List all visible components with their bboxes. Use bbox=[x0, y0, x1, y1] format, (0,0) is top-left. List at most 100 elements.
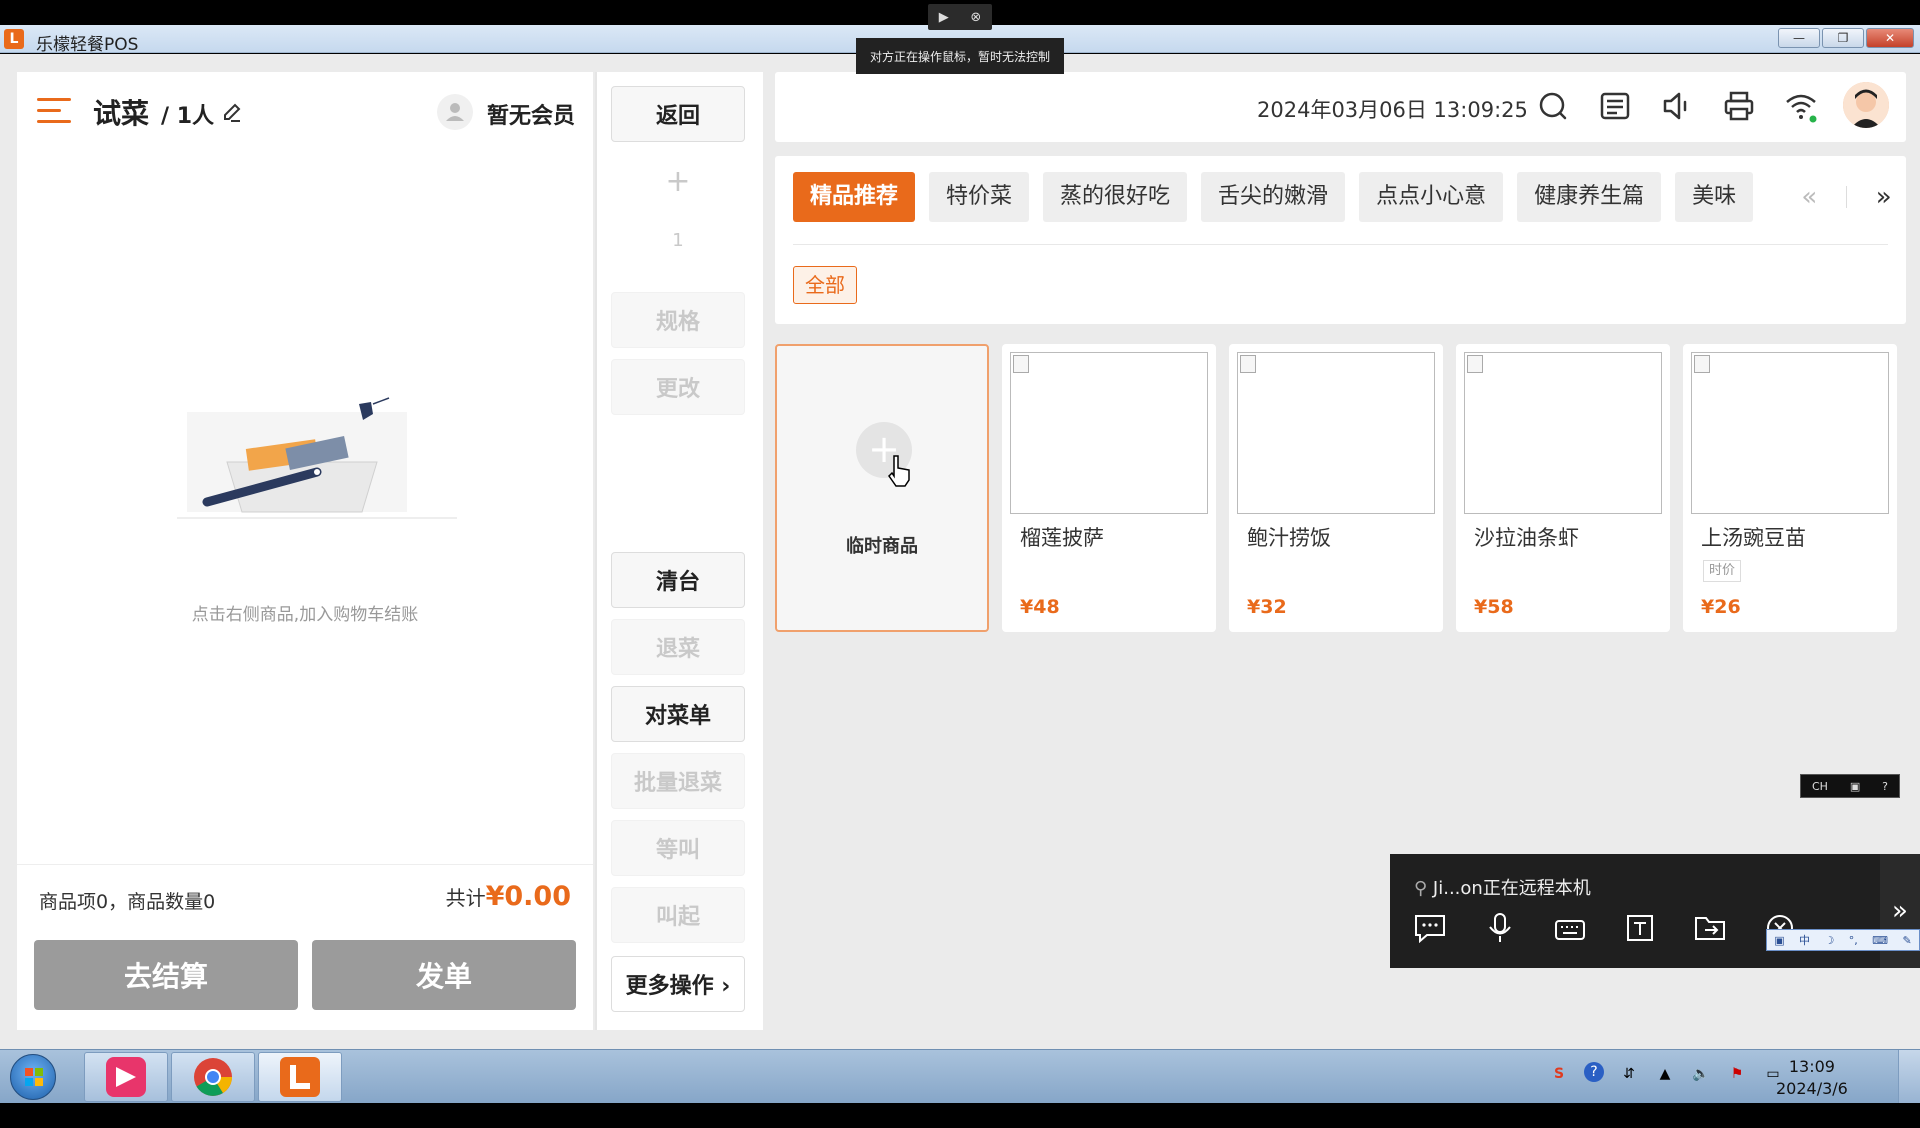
session-user: ⚲ Ji...on正在远程本机 bbox=[1414, 878, 1591, 899]
ime-chinese-icon: 中 bbox=[1799, 934, 1811, 947]
show-hidden-icons[interactable]: ▲ bbox=[1654, 1062, 1676, 1086]
file-transfer-icon[interactable] bbox=[1692, 910, 1728, 946]
speaker-icon[interactable] bbox=[1659, 88, 1695, 124]
clear-table-button[interactable]: 清台 bbox=[611, 552, 745, 608]
broken-image-icon bbox=[1694, 355, 1710, 373]
chrome-icon bbox=[194, 1058, 232, 1096]
product-name: 沙拉油条虾 bbox=[1474, 526, 1579, 550]
subcategory-all[interactable]: 全部 bbox=[793, 266, 857, 304]
cart-summary: 商品项0，商品数量0 共计¥0.00 bbox=[17, 864, 593, 934]
qty-value: 1 bbox=[672, 230, 684, 251]
pointer-icon[interactable]: ▶ bbox=[939, 10, 949, 25]
close-window-button[interactable]: ✕ bbox=[1866, 28, 1914, 48]
edit-icon[interactable] bbox=[221, 102, 243, 124]
hamburger-menu-icon[interactable] bbox=[37, 98, 71, 124]
taskbar-app-remote[interactable] bbox=[84, 1052, 168, 1102]
total-amount: ¥0.00 bbox=[485, 881, 571, 912]
sogou-ime-icon[interactable]: S bbox=[1548, 1062, 1570, 1086]
remote-control-bar[interactable]: ▶ ⊗ bbox=[928, 4, 992, 30]
user-avatar[interactable] bbox=[1843, 82, 1889, 128]
tab-category[interactable]: 精品推荐 bbox=[793, 172, 916, 222]
bottom-bar bbox=[0, 1103, 1920, 1128]
text-icon[interactable] bbox=[1622, 910, 1658, 946]
show-desktop-button[interactable] bbox=[1898, 1050, 1920, 1104]
tab-category[interactable]: 舌尖的嫩滑 bbox=[1201, 172, 1346, 222]
wifi-icon[interactable] bbox=[1783, 88, 1819, 124]
wait-call-button[interactable]: 等叫 bbox=[611, 820, 745, 876]
clock-time: 13:09 bbox=[1788, 1057, 1835, 1076]
member-avatar[interactable] bbox=[437, 94, 473, 130]
product-name: 鲍汁捞饭 bbox=[1247, 526, 1331, 550]
broken-image-icon bbox=[1240, 355, 1256, 373]
session-tools bbox=[1412, 910, 1798, 946]
list-icon[interactable] bbox=[1597, 88, 1633, 124]
checkout-button[interactable]: 去结算 bbox=[34, 940, 298, 1010]
product-price: ¥32 bbox=[1247, 596, 1287, 618]
taskbar: S ? ⇵ ▲ 🔈 ⚑ ▭ 13:09 2024/3/6 bbox=[0, 1049, 1920, 1104]
guest-count: / 1人 bbox=[161, 104, 215, 129]
restore-button[interactable]: ❐ bbox=[1822, 28, 1864, 48]
microphone-icon[interactable] bbox=[1482, 910, 1518, 946]
call-up-button[interactable]: 叫起 bbox=[611, 887, 745, 943]
clock-date: 2024/3/6 bbox=[1776, 1079, 1848, 1098]
back-button[interactable]: 返回 bbox=[611, 86, 745, 142]
product-name: 上汤豌豆苗 bbox=[1701, 526, 1806, 550]
tab-nav: « » bbox=[1787, 172, 1906, 222]
tab-nav-divider bbox=[1846, 186, 1847, 208]
temp-product-card[interactable]: + 临时商品 bbox=[775, 344, 989, 632]
ime-toolbar[interactable]: ▣ 中 ☽ °, ⌨ ✎ bbox=[1766, 929, 1920, 951]
avatar-icon bbox=[1843, 82, 1889, 128]
tab-category[interactable]: 美味 bbox=[1675, 172, 1754, 222]
batch-return-button[interactable]: 批量退菜 bbox=[611, 753, 745, 809]
check-menu-button[interactable]: 对菜单 bbox=[611, 686, 745, 742]
member-label[interactable]: 暂无会员 bbox=[487, 98, 575, 130]
printer-icon[interactable] bbox=[1721, 88, 1757, 124]
tabs-next-button[interactable]: » bbox=[1876, 182, 1892, 212]
product-card[interactable]: 鲍汁捞饭 ¥32 bbox=[1229, 344, 1443, 632]
info-bar: 2024年03月06日 13:09:25 bbox=[775, 72, 1906, 142]
action-center-flag-icon[interactable]: ⚑ bbox=[1726, 1062, 1748, 1086]
remote-app-icon bbox=[106, 1057, 146, 1097]
close-icon[interactable]: ⊗ bbox=[970, 10, 981, 25]
product-image bbox=[1237, 352, 1435, 514]
qty-plus-button[interactable]: + bbox=[611, 164, 745, 199]
taskbar-app-pos[interactable] bbox=[258, 1052, 342, 1102]
operations-column: 返回 + 1 规格 更改 清台 退菜 对菜单 批量退菜 等叫 叫起 更多操作 › bbox=[595, 72, 763, 1030]
return-dish-button[interactable]: 退菜 bbox=[611, 619, 745, 675]
taskbar-app-chrome[interactable] bbox=[171, 1052, 255, 1102]
ime-punct-icon: °, bbox=[1848, 933, 1858, 947]
send-order-button[interactable]: 发单 bbox=[312, 940, 576, 1010]
modify-button[interactable]: 更改 bbox=[611, 359, 745, 415]
product-name: 榴莲披萨 bbox=[1020, 526, 1104, 550]
tabs-prev-button[interactable]: « bbox=[1801, 182, 1817, 212]
chat-icon[interactable] bbox=[1412, 910, 1448, 946]
ime-mini-toolbar[interactable]: CH ▣ ? bbox=[1800, 774, 1900, 798]
start-button[interactable] bbox=[10, 1054, 56, 1100]
product-card[interactable]: 上汤豌豆苗 时价 ¥26 bbox=[1683, 344, 1897, 632]
product-image bbox=[1464, 352, 1662, 514]
help-icon[interactable]: ? bbox=[1584, 1062, 1604, 1082]
search-icon[interactable] bbox=[1535, 88, 1571, 124]
taskbar-clock[interactable]: 13:09 2024/3/6 bbox=[1776, 1056, 1848, 1100]
tab-category[interactable]: 点点小心意 bbox=[1359, 172, 1504, 222]
spec-button[interactable]: 规格 bbox=[611, 292, 745, 348]
tab-category[interactable]: 蒸的很好吃 bbox=[1043, 172, 1188, 222]
product-card[interactable]: 榴莲披萨 ¥48 bbox=[1002, 344, 1216, 632]
user-icon: ⚲ bbox=[1414, 878, 1433, 899]
window-controls: — ❐ ✕ bbox=[1778, 28, 1914, 48]
ime-lang: CH bbox=[1811, 779, 1828, 793]
screen: ▶ ⊗ 对方正在操作鼠标，暂时无法控制 L 乐檬轻餐POS — ❐ ✕ 试菜 /… bbox=[0, 0, 1920, 1128]
cart-panel: 试菜 / 1人 暂无会员 点击右侧商品,加入购物车结账 商品项0，商品数量0 共… bbox=[17, 72, 593, 1030]
ime-moon-icon: ☽ bbox=[1824, 933, 1835, 947]
tab-category[interactable]: 健康养生篇 bbox=[1517, 172, 1662, 222]
volume-icon[interactable]: 🔈 bbox=[1690, 1062, 1712, 1086]
minimize-button[interactable]: — bbox=[1778, 28, 1820, 48]
empty-cart-text: 点击右侧商品,加入购物车结账 bbox=[191, 605, 419, 625]
network-share-icon[interactable]: ⇵ bbox=[1618, 1062, 1640, 1086]
tab-category[interactable]: 特价菜 bbox=[929, 172, 1030, 222]
keyboard-icon[interactable] bbox=[1552, 910, 1588, 946]
product-card[interactable]: 沙拉油条虾 ¥58 bbox=[1456, 344, 1670, 632]
product-price: ¥58 bbox=[1474, 596, 1514, 618]
more-actions-button[interactable]: 更多操作 › bbox=[611, 956, 745, 1012]
temp-product-label: 临时商品 bbox=[846, 536, 918, 557]
